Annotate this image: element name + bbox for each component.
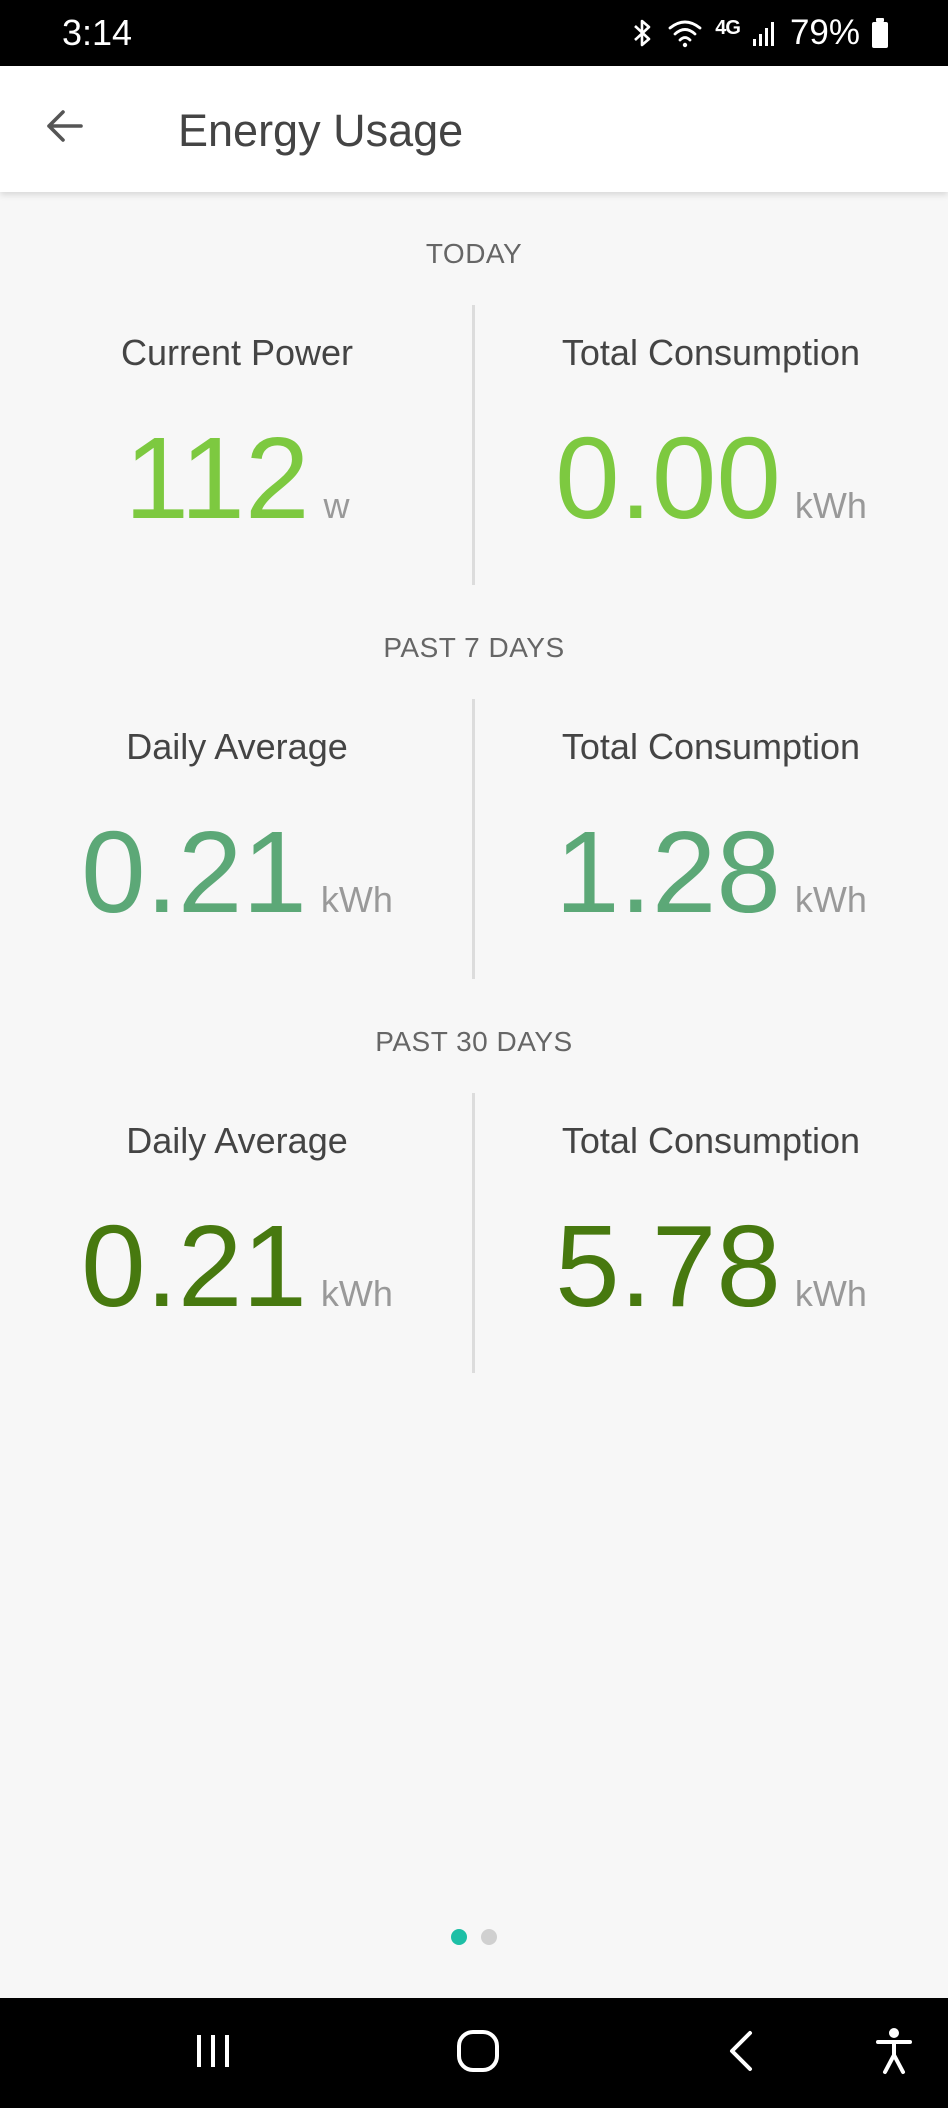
stat-unit: kWh [794, 485, 867, 526]
page-title: Energy Usage [178, 105, 464, 156]
current-power-value: 112 w [0, 420, 474, 536]
daily-average-label: Daily Average [126, 1120, 348, 1161]
home-button[interactable] [438, 2018, 518, 2088]
home-icon [455, 2028, 501, 2079]
daily-average-label: Daily Average [126, 726, 348, 767]
total-consumption-value: 1.28 kWh [474, 814, 948, 930]
recents-icon [193, 2031, 233, 2076]
page-indicator [0, 1929, 948, 1945]
status-time: 3:14 [62, 12, 133, 53]
back-button[interactable] [34, 98, 94, 158]
battery-percent: 79% [789, 13, 860, 52]
stat-unit: kWh [794, 879, 867, 920]
section-header-past-7-days: PAST 7 DAYS [383, 632, 565, 663]
stat-unit: kWh [794, 1273, 867, 1314]
stat-number: 0.21 [81, 807, 307, 937]
total-consumption-value: 0.00 kWh [474, 420, 948, 536]
stat-number: 112 [124, 413, 310, 543]
stat-unit: kWh [320, 1273, 393, 1314]
daily-average-value: 0.21 kWh [0, 814, 474, 930]
accessibility-button[interactable] [854, 2018, 934, 2088]
total-consumption-value: 5.78 kWh [474, 1208, 948, 1324]
section-header-past-30-days: PAST 30 DAYS [375, 1026, 573, 1057]
navigation-bar [0, 1998, 948, 2108]
network-type: 4G [715, 17, 741, 39]
bluetooth-icon [631, 17, 655, 49]
current-power-label: Current Power [120, 332, 354, 373]
nav-back-button[interactable] [702, 2018, 782, 2088]
stat-unit: w [323, 485, 350, 526]
stat-unit: kWh [320, 879, 393, 920]
section-header-today: TODAY [425, 238, 523, 269]
status-bar: 3:14 4G 79% [0, 0, 948, 66]
recents-button[interactable] [173, 2018, 253, 2088]
battery-icon [872, 18, 888, 48]
chevron-left-icon [722, 2029, 762, 2078]
status-icons: 4G 79% [631, 10, 888, 56]
page-dot[interactable] [481, 1929, 497, 1945]
signal-icon [752, 19, 778, 47]
accessibility-icon [874, 2027, 914, 2080]
page-dot-active[interactable] [451, 1929, 467, 1945]
arrow-left-icon [43, 105, 85, 152]
app-bar: Energy Usage [0, 66, 948, 192]
stat-number: 0.21 [81, 1201, 307, 1331]
wifi-icon [667, 18, 703, 48]
stat-number: 1.28 [555, 807, 781, 937]
total-consumption-label: Total Consumption [561, 332, 861, 373]
stat-number: 0.00 [555, 413, 781, 543]
screen: 3:14 4G 79% Energy Usage TODAY Current P… [0, 0, 948, 2108]
total-consumption-label: Total Consumption [561, 726, 861, 767]
stat-number: 5.78 [555, 1201, 781, 1331]
daily-average-value: 0.21 kWh [0, 1208, 474, 1324]
total-consumption-label: Total Consumption [561, 1120, 861, 1161]
